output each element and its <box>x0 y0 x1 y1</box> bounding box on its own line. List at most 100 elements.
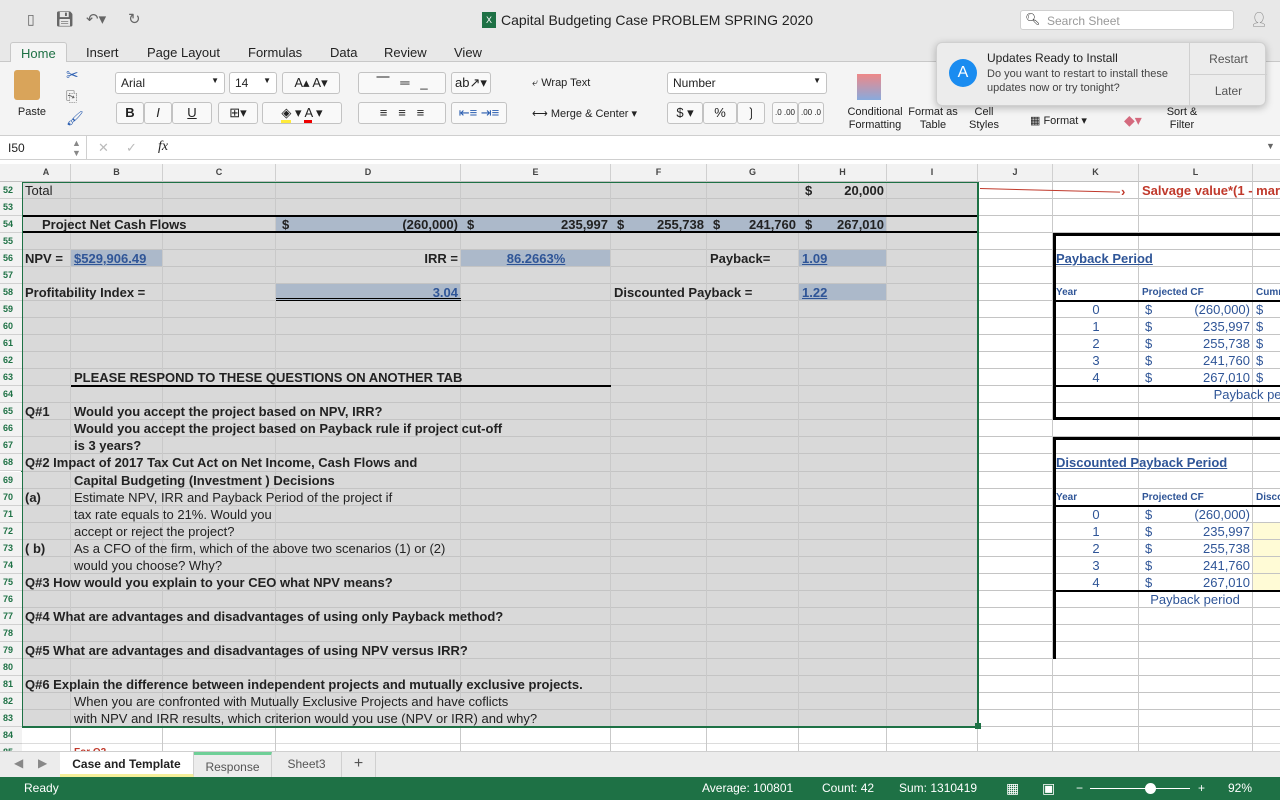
column-header-C[interactable]: C <box>163 164 276 182</box>
fill-handle[interactable] <box>975 722 981 729</box>
cell-M63[interactable]: $ <box>1253 369 1280 386</box>
italic-button[interactable]: I <box>144 102 172 124</box>
copy-icon[interactable]: ⎘ <box>66 88 77 105</box>
row-header[interactable]: 81 <box>0 675 22 693</box>
cell-B65[interactable]: Would you accept the project based on NP… <box>71 403 382 420</box>
indent-buttons[interactable]: ⇤≡ ⇥≡ <box>451 102 507 124</box>
undo-icon[interactable]: ↶▾ <box>86 10 106 28</box>
number-format-select[interactable]: Number ▼ <box>667 72 827 94</box>
cell-L75[interactable]: $267,010 <box>1139 574 1253 591</box>
cell-A56[interactable]: NPV = <box>22 250 71 267</box>
column-header-K[interactable]: K <box>1053 164 1139 182</box>
cell-G54[interactable]: $241,760 <box>707 216 799 233</box>
prev-sheet-icon[interactable]: ◀ <box>14 756 23 770</box>
row-header[interactable]: 63 <box>0 369 22 387</box>
row-header[interactable]: 80 <box>0 658 22 676</box>
cell-K58[interactable]: Year <box>1053 284 1139 301</box>
row-header[interactable]: 84 <box>0 726 22 744</box>
font-size-increase-decrease[interactable]: A▴ A▾ <box>282 72 340 94</box>
cell-M61[interactable]: $ <box>1253 335 1280 352</box>
cell-B72[interactable]: accept or reject the project? <box>71 523 234 540</box>
cell-G56[interactable]: Payback= <box>707 250 799 267</box>
tab-review[interactable]: Review <box>374 42 437 63</box>
row-header[interactable]: 62 <box>0 352 22 370</box>
row-header[interactable]: 55 <box>0 233 22 251</box>
row-header[interactable]: 66 <box>0 420 22 438</box>
cell-A81[interactable]: Q#6 Explain the difference between indep… <box>22 676 583 693</box>
column-header-H[interactable]: H <box>799 164 887 182</box>
row-header[interactable]: 61 <box>0 335 22 353</box>
format-painter-icon[interactable]: 🖌︎ <box>66 110 84 127</box>
cell-L76[interactable]: Payback period <box>1120 591 1270 608</box>
worksheet-grid[interactable]: › ABCDEFGHIJKLM 52535455565758596061626364… <box>0 162 1280 752</box>
row-header[interactable]: 69 <box>0 471 22 489</box>
cell-M70[interactable]: Disco <box>1253 489 1280 506</box>
cell-K60[interactable]: 1 <box>1053 318 1139 335</box>
conditional-formatting-icon[interactable] <box>857 74 881 100</box>
row-header[interactable]: 70 <box>0 488 22 506</box>
row-header[interactable]: 60 <box>0 318 22 336</box>
row-header[interactable]: 59 <box>0 301 22 319</box>
zoom-slider[interactable] <box>1090 788 1190 789</box>
expand-formula-bar-icon[interactable]: ▼ <box>1266 141 1275 151</box>
wrap-text-button[interactable]: ⤶ Wrap Text <box>532 77 590 90</box>
paste-clipboard-icon[interactable] <box>14 70 40 100</box>
column-header-G[interactable]: G <box>707 164 799 182</box>
horizontal-align-buttons[interactable]: ≡ ≡ ≡ <box>358 102 446 124</box>
fill-color-icon[interactable]: ◈ <box>281 105 292 123</box>
cell-F54[interactable]: $255,738 <box>611 216 707 233</box>
comma-button[interactable]: ❳ <box>737 102 765 124</box>
format-as-table-button[interactable]: Format as Table <box>908 106 958 132</box>
cell-A75[interactable]: Q#3 How would you explain to your CEO wh… <box>22 574 393 591</box>
cell-D58[interactable]: 3.04 <box>276 284 461 301</box>
cell-L70[interactable]: Projected CF <box>1139 489 1253 506</box>
cell-L52[interactable]: Salvage value*(1 - mar <box>1139 182 1280 199</box>
cell-K62[interactable]: 3 <box>1053 352 1139 369</box>
cell-B71[interactable]: tax rate equals to 21%. Would you <box>71 506 272 523</box>
row-header[interactable]: 67 <box>0 437 22 455</box>
row-header[interactable]: 56 <box>0 250 22 268</box>
cell-K59[interactable]: 0 <box>1053 301 1139 318</box>
cell-M60[interactable]: $ <box>1253 318 1280 335</box>
format-button[interactable]: ▦ Format ▾ <box>1030 114 1087 127</box>
cell-M59[interactable]: $ <box>1253 301 1280 318</box>
cell-K70[interactable]: Year <box>1053 489 1139 506</box>
restart-button[interactable]: Restart <box>1189 43 1267 75</box>
vertical-align-buttons[interactable]: ⎺ ═ _ <box>358 72 446 94</box>
column-header-B[interactable]: B <box>71 164 163 182</box>
cell-B56[interactable]: $529,906.49 <box>71 250 163 267</box>
cell-K75[interactable]: 4 <box>1053 574 1139 591</box>
tab-page-layout[interactable]: Page Layout <box>137 42 230 63</box>
row-header[interactable]: 79 <box>0 641 22 659</box>
cell-A77[interactable]: Q#4 What are advantages and disadvantage… <box>22 608 503 625</box>
row-header[interactable]: 75 <box>0 573 22 591</box>
paste-button[interactable]: Paste <box>12 106 52 119</box>
row-header[interactable]: 68 <box>0 454 22 472</box>
search-sheet-input[interactable]: 🔍︎ Search Sheet <box>1020 10 1234 30</box>
tab-view[interactable]: View <box>444 42 492 63</box>
sheet-tab-sheet3[interactable]: Sheet3 <box>272 752 342 777</box>
cell-K68[interactable]: Discounted Payback Period <box>1053 454 1227 471</box>
row-header[interactable]: 71 <box>0 505 22 523</box>
cell-A70[interactable]: (a) <box>22 489 71 506</box>
cell-L62[interactable]: $241,760 <box>1139 352 1253 369</box>
cell-A68[interactable]: Q#2 Impact of 2017 Tax Cut Act on Net In… <box>22 454 417 471</box>
cell-L74[interactable]: $241,760 <box>1139 557 1253 574</box>
cell-B69[interactable]: Capital Budgeting (Investment ) Decision… <box>71 472 335 489</box>
cell-L72[interactable]: $235,997 <box>1139 523 1253 540</box>
cell-K72[interactable]: 1 <box>1053 523 1139 540</box>
column-header-I[interactable]: I <box>887 164 978 182</box>
column-header-J[interactable]: J <box>978 164 1053 182</box>
sidebar-toggle-icon[interactable]: ▯ <box>27 11 35 28</box>
cell-B66[interactable]: Would you accept the project based on Pa… <box>71 420 502 437</box>
select-all-corner[interactable] <box>0 164 22 182</box>
save-icon[interactable]: 💾︎ <box>55 10 74 28</box>
row-header[interactable]: 73 <box>0 539 22 557</box>
row-header[interactable]: 58 <box>0 284 22 302</box>
cell-K74[interactable]: 3 <box>1053 557 1139 574</box>
cell-A79[interactable]: Q#5 What are advantages and disadvantage… <box>22 642 468 659</box>
row-header[interactable]: 53 <box>0 199 22 217</box>
cell-L61[interactable]: $255,738 <box>1139 335 1253 352</box>
normal-view-icon[interactable]: ▦ <box>1006 777 1019 800</box>
merge-center-button[interactable]: ⟷ Merge & Center ▾ <box>532 107 637 120</box>
